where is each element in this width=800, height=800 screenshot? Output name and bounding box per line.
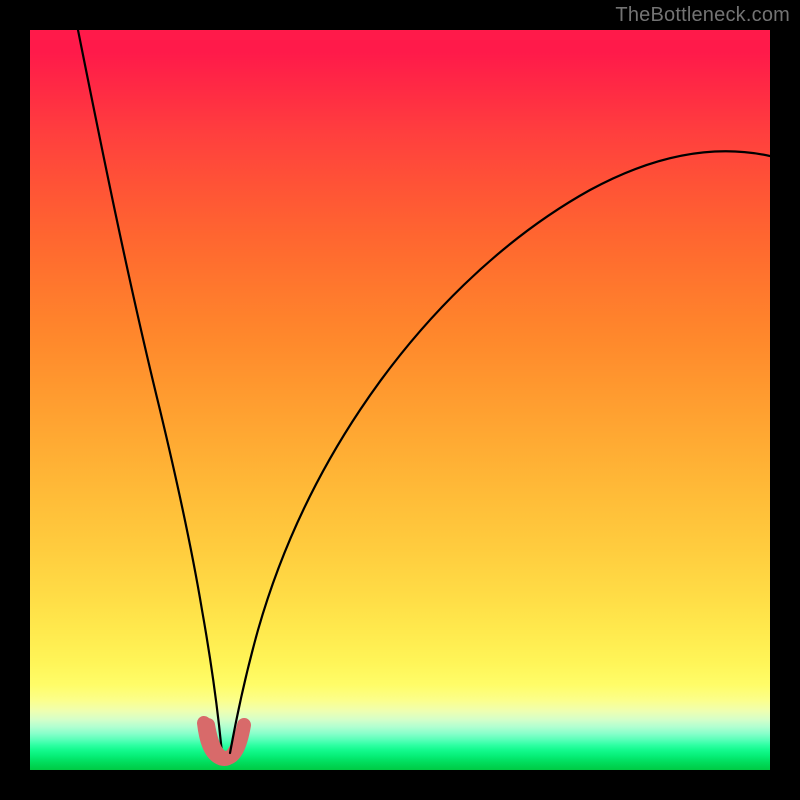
left-curve xyxy=(78,30,222,753)
valley-blob xyxy=(204,723,244,759)
curve-layer xyxy=(30,30,770,770)
outer-frame: TheBottleneck.com xyxy=(0,0,800,800)
right-curve xyxy=(230,151,770,753)
plot-area xyxy=(30,30,770,770)
watermark-text: TheBottleneck.com xyxy=(615,4,790,27)
